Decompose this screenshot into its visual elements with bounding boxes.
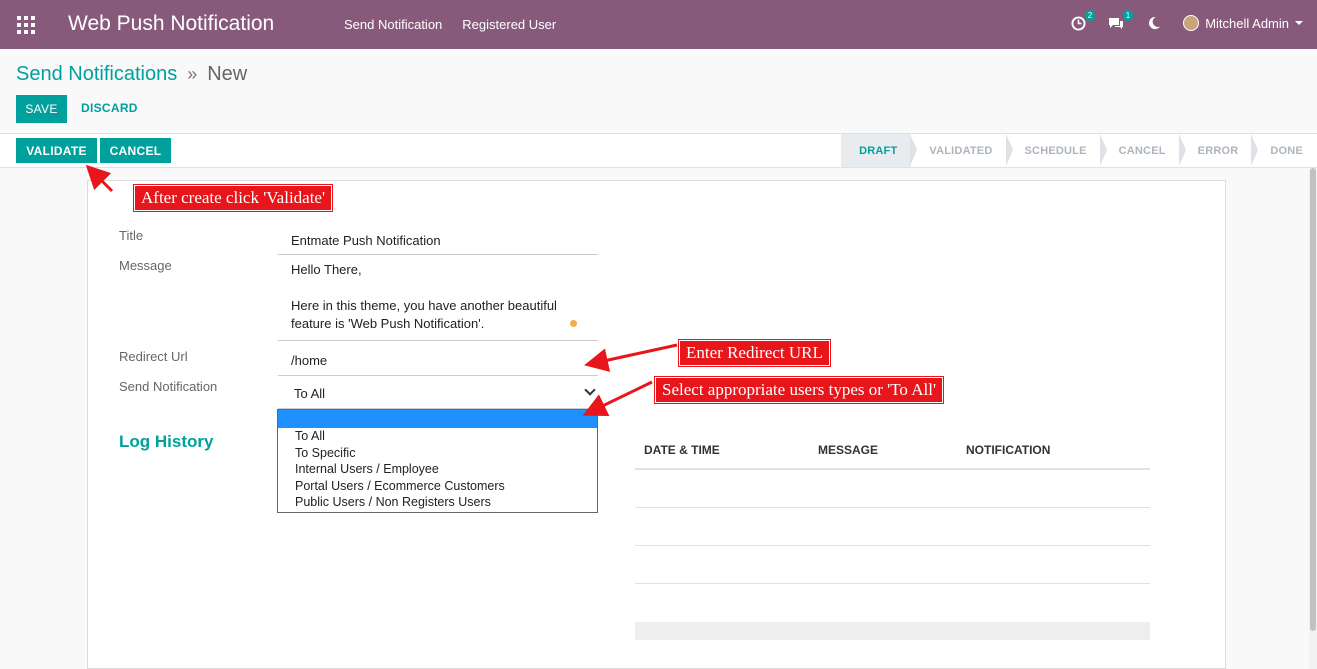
systray: 2 1 Mitchell Admin	[1069, 10, 1303, 34]
unsaved-indicator-dot	[570, 320, 577, 327]
menu-registered-user[interactable]: Registered User	[462, 17, 556, 32]
save-button[interactable]: SAVE	[16, 95, 67, 123]
table-row	[635, 508, 1150, 546]
breadcrumb-current: New	[207, 63, 248, 85]
user-menu[interactable]: Mitchell Admin	[1183, 15, 1303, 31]
option-internal-users[interactable]: Internal Users / Employee	[278, 461, 597, 478]
option-portal-users[interactable]: Portal Users / Ecommerce Customers	[278, 478, 597, 495]
scrollbar-thumb[interactable]	[1310, 168, 1316, 631]
title-label: Title	[119, 228, 144, 243]
option-to-all[interactable]: To All	[278, 428, 597, 445]
title-input[interactable]: Entmate Push Notification	[278, 226, 598, 255]
control-panel: Send Notifications » New SAVE DISCARD	[0, 49, 1317, 134]
message-line-2: Here in this theme, you have another bea…	[291, 298, 557, 313]
column-date-time[interactable]: DATE & TIME	[644, 443, 720, 457]
message-line-1: Hello There,	[291, 262, 362, 277]
title-value: Entmate Push Notification	[291, 233, 441, 248]
dark-mode-moon-icon[interactable]	[1145, 12, 1163, 34]
activity-badge: 2	[1084, 10, 1096, 21]
option-empty[interactable]	[278, 410, 597, 428]
log-history-title: Log History	[119, 432, 214, 451]
user-name: Mitchell Admin	[1205, 15, 1289, 31]
form-statusbar: VALIDATE CANCEL DRAFT VALIDATED SCHEDULE…	[0, 134, 1317, 168]
table-row	[635, 470, 1150, 508]
caret-down-icon	[1295, 21, 1303, 25]
top-navbar: Web Push Notification Send Notification …	[0, 0, 1317, 49]
messages-chat-icon[interactable]: 1	[1107, 10, 1134, 34]
log-history-table: DATE & TIME MESSAGE NOTIFICATION	[635, 432, 1150, 640]
main-menu: Send Notification Registered User	[344, 17, 556, 32]
stage-cancel[interactable]: CANCEL	[1101, 134, 1186, 167]
table-header: DATE & TIME MESSAGE NOTIFICATION	[635, 432, 1150, 470]
discard-button[interactable]: DISCARD	[81, 101, 138, 115]
stage-draft[interactable]: DRAFT	[841, 134, 918, 167]
message-textarea[interactable]: Hello There, Here in this theme, you hav…	[278, 255, 598, 341]
avatar	[1183, 15, 1200, 31]
message-line-3: feature is 'Web Push Notification'.	[291, 316, 485, 331]
send-notification-value: To All	[294, 386, 326, 401]
callout-validate: After create click 'Validate'	[134, 185, 333, 211]
send-notification-select[interactable]: To All	[278, 376, 598, 409]
redirect-url-input[interactable]: /home	[278, 345, 598, 376]
stage-validated[interactable]: VALIDATED	[911, 134, 1013, 167]
page-scrollbar[interactable]	[1309, 168, 1317, 669]
table-row	[635, 584, 1150, 622]
apps-menu-icon[interactable]	[17, 16, 35, 34]
stage-error[interactable]: ERROR	[1180, 134, 1259, 167]
redirect-url-label: Redirect Url	[119, 349, 188, 364]
callout-redirect: Enter Redirect URL	[679, 340, 830, 366]
app-title: Web Push Notification	[68, 12, 275, 35]
menu-send-notification[interactable]: Send Notification	[344, 17, 442, 32]
column-notification[interactable]: NOTIFICATION	[966, 443, 1050, 457]
breadcrumb-separator: »	[187, 64, 198, 84]
table-footer	[635, 622, 1150, 640]
callout-users: Select appropriate users types or 'To Al…	[655, 377, 944, 403]
option-to-specific[interactable]: To Specific	[278, 445, 597, 462]
activity-clock-icon[interactable]: 2	[1069, 10, 1096, 34]
column-message[interactable]: MESSAGE	[818, 443, 878, 457]
chevron-down-icon	[584, 384, 596, 396]
send-notification-options: To All To Specific Internal Users / Empl…	[277, 409, 598, 513]
redirect-url-value: /home	[291, 353, 328, 368]
send-notification-label: Send Notification	[119, 379, 218, 394]
breadcrumb: Send Notifications » New	[16, 63, 247, 86]
cancel-button[interactable]: CANCEL	[100, 138, 171, 163]
stage-pipeline: DRAFT VALIDATED SCHEDULE CANCEL ERROR DO…	[841, 134, 1317, 167]
stage-done[interactable]: DONE	[1252, 134, 1317, 167]
option-public-users[interactable]: Public Users / Non Registers Users	[278, 494, 597, 511]
validate-button[interactable]: VALIDATE	[16, 138, 97, 163]
messages-badge: 1	[1122, 10, 1134, 21]
table-row	[635, 546, 1150, 584]
message-label: Message	[119, 258, 172, 273]
breadcrumb-parent[interactable]: Send Notifications	[16, 63, 177, 86]
stage-schedule[interactable]: SCHEDULE	[1007, 134, 1107, 167]
